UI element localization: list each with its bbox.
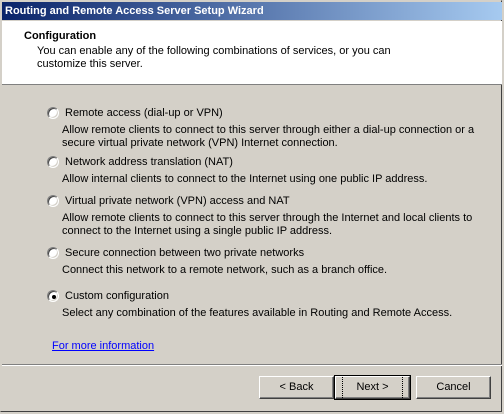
radio-secure-connection[interactable] — [47, 247, 59, 259]
option-label[interactable]: Virtual private network (VPN) access and… — [65, 195, 290, 208]
option-description: Allow remote clients to connect to this … — [62, 212, 473, 237]
button-separator — [2, 364, 502, 366]
wizard-window: Routing and Remote Access Server Setup W… — [0, 0, 502, 412]
wizard-header: Configuration You can enable any of the … — [2, 21, 502, 85]
option-description: Connect this network to a remote network… — [62, 264, 388, 276]
option-description: Allow remote clients to connect to this … — [62, 124, 475, 149]
cancel-button-label[interactable]: Cancel — [436, 377, 470, 398]
option-label[interactable]: Remote access (dial-up or VPN) — [65, 107, 223, 120]
next-button-label[interactable]: Next > — [342, 375, 403, 400]
cancel-button[interactable]: Cancel — [416, 376, 491, 399]
option-description: Select any combination of the features a… — [62, 307, 453, 319]
page-title: Configuration — [24, 30, 97, 42]
option-label[interactable]: Custom configuration — [65, 290, 169, 303]
window-title: Routing and Remote Access Server Setup W… — [2, 2, 502, 20]
radio-vpn-and-nat[interactable] — [47, 195, 59, 207]
back-button-label[interactable]: < Back — [280, 377, 314, 398]
radio-remote-access[interactable] — [47, 107, 59, 119]
option-description: Allow internal clients to connect to the… — [62, 173, 428, 185]
page-subtitle: You can enable any of the following comb… — [37, 45, 391, 70]
option-label[interactable]: Secure connection between two private ne… — [65, 247, 304, 260]
next-button[interactable]: Next > — [334, 375, 411, 400]
more-information-link[interactable]: For more information — [52, 340, 154, 352]
radio-nat[interactable] — [47, 156, 59, 168]
radio-custom-configuration[interactable] — [47, 290, 59, 302]
back-button[interactable]: < Back — [259, 376, 334, 399]
option-label[interactable]: Network address translation (NAT) — [65, 156, 233, 169]
